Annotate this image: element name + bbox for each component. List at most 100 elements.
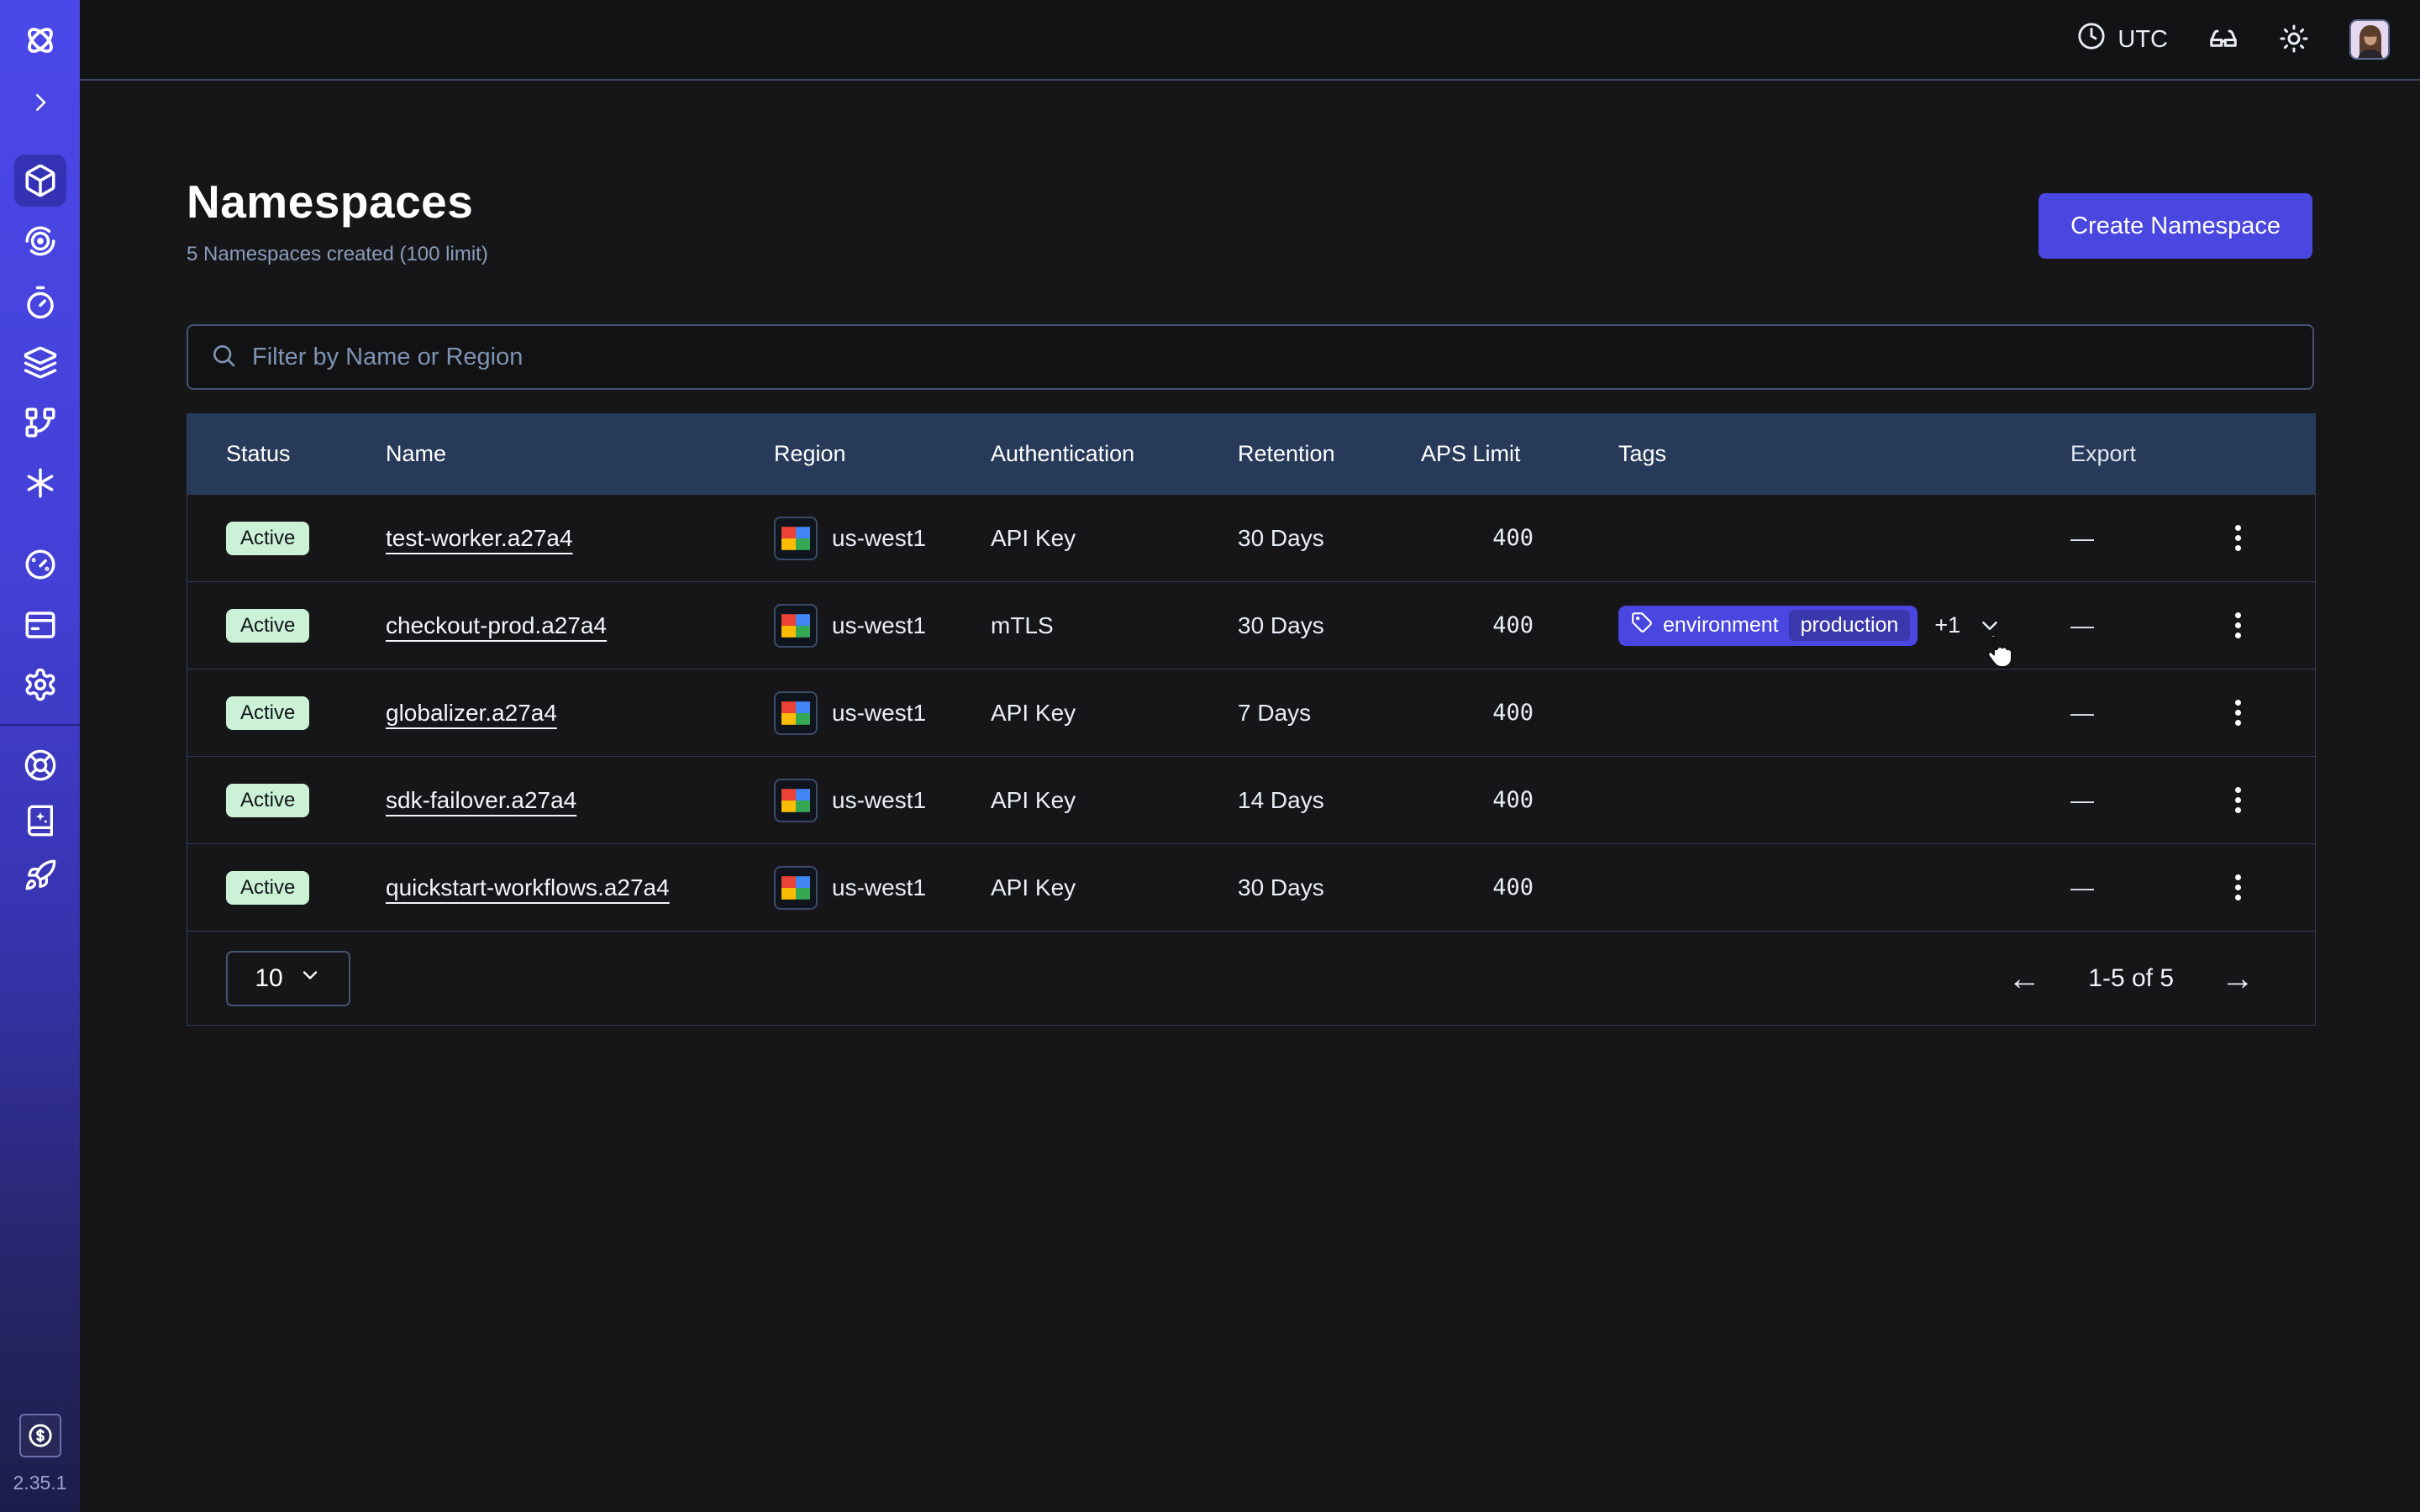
gcp-cloud-icon — [774, 866, 818, 910]
user-avatar[interactable] — [2349, 19, 2390, 60]
sidebar-item-support[interactable] — [24, 748, 57, 782]
col-region: Region — [774, 413, 846, 494]
region-cell: us-west1 — [774, 495, 926, 581]
sidebar-expand-chevron-icon[interactable] — [28, 90, 53, 115]
status-badge: Active — [226, 609, 309, 643]
gcp-cloud-icon — [774, 691, 818, 735]
auth-value: API Key — [991, 757, 1076, 843]
export-value: — — [2070, 582, 2094, 669]
region-cell: us-west1 — [774, 669, 926, 756]
sidebar-item-namespaces[interactable] — [23, 163, 58, 198]
region-value: us-west1 — [832, 787, 926, 814]
table-row: Active checkout-prod.a27a4 us-west1 mTLS… — [187, 581, 2315, 669]
timezone-button[interactable]: UTC — [2077, 22, 2168, 57]
tag-icon — [1631, 612, 1653, 639]
sidebar-item-deployments[interactable] — [23, 345, 58, 381]
col-tags: Tags — [1618, 413, 1666, 494]
export-value: — — [2070, 669, 2094, 756]
aps-limit-value: 400 — [1421, 495, 1534, 581]
table-row: Active test-worker.a27a4 us-west1 API Ke… — [187, 494, 2315, 581]
aps-limit-value: 400 — [1421, 757, 1534, 843]
tags-expand-chevron-icon[interactable] — [1977, 613, 2002, 638]
main-content: Namespaces 5 Namespaces created (100 lim… — [80, 81, 2420, 1512]
row-actions-kebab-icon[interactable] — [2211, 495, 2265, 581]
gcp-cloud-icon — [774, 604, 818, 648]
namespaces-table: Status Name Region Authentication Retent… — [187, 413, 2316, 1026]
retention-value: 30 Days — [1238, 582, 1324, 669]
col-name: Name — [386, 413, 446, 494]
status-badge: Active — [226, 871, 309, 905]
topbar: UTC — [80, 0, 2420, 81]
sidebar-item-getting-started[interactable] — [24, 858, 57, 892]
tag-key: environment — [1663, 613, 1779, 638]
col-status: Status — [226, 413, 291, 494]
row-actions-kebab-icon[interactable] — [2211, 669, 2265, 756]
sidebar-item-schedules[interactable] — [23, 285, 58, 320]
next-page-arrow-icon[interactable]: → — [2221, 962, 2254, 995]
tags-more-count: +1 — [1934, 612, 1960, 638]
retention-value: 14 Days — [1238, 757, 1324, 843]
export-value: — — [2070, 844, 2094, 931]
filter-searchbar — [187, 324, 2314, 390]
timezone-label: UTC — [2118, 26, 2168, 54]
glasses-icon — [2208, 24, 2238, 56]
auth-value: API Key — [991, 844, 1076, 931]
theme-toggle-button[interactable] — [2279, 24, 2309, 56]
namespace-link[interactable]: sdk-failover.a27a4 — [386, 787, 576, 814]
table-row: Active quickstart-workflows.a27a4 us-wes… — [187, 843, 2315, 931]
retention-value: 30 Days — [1238, 844, 1324, 931]
filter-input[interactable] — [252, 344, 2291, 371]
app-version: 2.35.1 — [0, 1472, 80, 1494]
row-actions-kebab-icon[interactable] — [2211, 757, 2265, 843]
table-pagination: 10 ← 1-5 of 5 → — [187, 931, 2315, 1025]
sidebar-item-batch-operations[interactable] — [23, 465, 58, 501]
namespace-link[interactable]: checkout-prod.a27a4 — [386, 612, 607, 639]
sidebar-item-workflows[interactable] — [23, 223, 58, 259]
row-actions-kebab-icon[interactable] — [2211, 582, 2265, 669]
sidebar-item-settings[interactable] — [23, 667, 58, 702]
tag-value: production — [1789, 610, 1911, 641]
table-row: Active sdk-failover.a27a4 us-west1 API K… — [187, 756, 2315, 843]
sidebar: 2.35.1 — [0, 0, 80, 1512]
auth-value: mTLS — [991, 582, 1054, 669]
col-export: Export — [2070, 413, 2136, 494]
namespace-link[interactable]: quickstart-workflows.a27a4 — [386, 874, 670, 901]
sidebar-item-docs[interactable] — [24, 804, 57, 837]
reader-glasses-button[interactable] — [2208, 24, 2238, 56]
create-namespace-button[interactable]: Create Namespace — [2039, 193, 2312, 259]
sidebar-item-billing[interactable] — [23, 607, 58, 643]
sun-icon — [2279, 24, 2309, 56]
gcp-cloud-icon — [774, 779, 818, 822]
sidebar-item-nexus[interactable] — [23, 405, 58, 440]
clock-icon — [2077, 22, 2106, 57]
aps-limit-value: 400 — [1421, 582, 1534, 669]
col-authentication: Authentication — [991, 413, 1134, 494]
namespace-link[interactable]: test-worker.a27a4 — [386, 525, 573, 552]
chevron-down-icon — [298, 963, 322, 994]
sidebar-item-usage[interactable] — [23, 547, 58, 582]
tag-chip[interactable]: environment production — [1618, 606, 1918, 646]
table-row: Active globalizer.a27a4 us-west1 API Key… — [187, 669, 2315, 756]
table-header: Status Name Region Authentication Retent… — [187, 413, 2315, 494]
status-badge: Active — [226, 696, 309, 730]
pricing-badge-icon[interactable] — [19, 1414, 61, 1457]
region-value: us-west1 — [832, 525, 926, 552]
region-cell: us-west1 — [774, 844, 926, 931]
temporal-logo-icon[interactable] — [21, 21, 60, 60]
col-retention: Retention — [1238, 413, 1335, 494]
search-icon — [210, 342, 237, 373]
retention-value: 30 Days — [1238, 495, 1324, 581]
auth-value: API Key — [991, 669, 1076, 756]
namespace-link[interactable]: globalizer.a27a4 — [386, 700, 557, 727]
tags-cell: environment production +1 — [1618, 582, 2002, 669]
region-cell: us-west1 — [774, 757, 926, 843]
region-cell: us-west1 — [774, 582, 926, 669]
page-subtitle: 5 Namespaces created (100 limit) — [187, 243, 488, 266]
prev-page-arrow-icon[interactable]: ← — [2007, 962, 2041, 995]
page-size-select[interactable]: 10 — [226, 951, 350, 1006]
page-title: Namespaces — [187, 175, 473, 228]
auth-value: API Key — [991, 495, 1076, 581]
aps-limit-value: 400 — [1421, 669, 1534, 756]
aps-limit-value: 400 — [1421, 844, 1534, 931]
row-actions-kebab-icon[interactable] — [2211, 844, 2265, 931]
